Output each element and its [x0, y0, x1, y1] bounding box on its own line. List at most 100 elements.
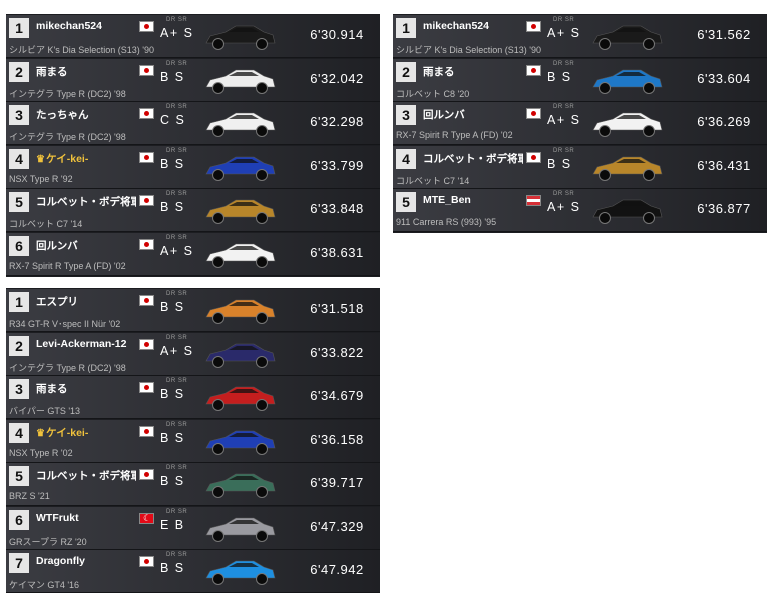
leaderboard-2: 1 mikechan524 DR SR A+ S シルビア K's Dia Select…	[393, 14, 767, 233]
sr-label: SR	[177, 17, 188, 23]
dr-label: DR	[553, 147, 563, 154]
driver-name-text: 雨まる	[36, 383, 68, 395]
dr-sr-label: DR SR	[166, 17, 192, 25]
car-name: R34 GT-R V･spec II Nür '02	[9, 319, 121, 329]
driver-name-text: コルベット・ボデ将軍	[36, 196, 136, 208]
dr-label: DR	[166, 378, 176, 384]
leaderboard-row[interactable]: 1 mikechan524 DR SR A+ S シルビア K's Dia Select…	[6, 15, 380, 58]
leaderboard-row[interactable]: 3 たっちゃん DR SR C S インテグラ Type R (DC2) '98 6'32…	[6, 102, 380, 145]
japan-flag-icon	[139, 556, 154, 567]
sr-label: SR	[564, 191, 575, 197]
dr-label: DR	[553, 60, 563, 67]
driver-name-text: コルベット・ボデ将軍	[423, 152, 523, 165]
dr-label: DR	[166, 191, 176, 197]
leaderboard-row[interactable]: 2 雨まる DR SR B S コルベット C8 '20 6'33.604	[393, 58, 767, 102]
rating-value: B S	[160, 561, 185, 575]
leaderboard-row[interactable]: 3 回ルンバ DR SR A+ S RX-7 Spirit R Type A (FD) …	[393, 102, 767, 145]
car-icon	[205, 156, 276, 181]
leaderboard-row[interactable]: 5 コルベット・ボデ将軍 DR SR B S BRZ S '21 6'39.717	[6, 463, 380, 506]
driver-name: Dragonfly	[36, 555, 136, 569]
dr-sr-label: DR SR	[166, 291, 192, 299]
dr-sr-label: DR SR	[166, 378, 192, 386]
rating-value: A+ S	[547, 113, 581, 127]
rating-value: A+ S	[160, 343, 194, 358]
sr-label: SR	[564, 17, 575, 23]
japan-flag-icon	[139, 151, 154, 163]
dr-sr-label: DR SR	[166, 335, 192, 343]
position-badge: 2	[9, 61, 29, 82]
car-icon	[205, 386, 276, 411]
car-icon	[205, 473, 276, 498]
japan-flag-icon	[139, 21, 154, 32]
lap-time: 6'36.431	[697, 157, 751, 173]
leaderboard-row[interactable]: 1 mikechan524 DR SR A+ S シルビア K's Dia Select…	[393, 15, 767, 58]
dr-label: DR	[553, 17, 563, 23]
leaderboard-row[interactable]: 2 雨まる DR SR B S インテグラ Type R (DC2) '98 6'32.0…	[6, 58, 380, 102]
japan-flag-icon	[139, 338, 154, 350]
japan-flag-icon	[139, 425, 154, 437]
car-icon	[592, 199, 663, 224]
driver-name: ♛ケイ-kei-	[36, 425, 136, 439]
leaderboard-row[interactable]: 2 Levi-Ackerman-12 DR SR A+ S インテグラ Type R (…	[6, 332, 380, 376]
sr-label: SR	[177, 291, 188, 297]
sr-label: SR	[177, 147, 188, 154]
driver-name-text: Levi-Ackerman-12	[36, 337, 127, 350]
car-name: GRスープラ RZ '20	[9, 536, 87, 547]
rating-value: B S	[160, 387, 185, 401]
driver-name: たっちゃん	[36, 107, 136, 121]
driver-name: 回ルンバ	[36, 238, 136, 252]
lap-time: 6'47.942	[310, 562, 364, 577]
leaderboard-row[interactable]: 4 コルベット・ボデ将軍 DR SR B S コルベット C7 '14 6'36.431	[393, 145, 767, 189]
lap-time: 6'36.877	[697, 201, 751, 216]
sr-label: SR	[177, 465, 188, 471]
japan-flag-icon	[139, 108, 154, 119]
leaderboard-row[interactable]: 4 ♛ケイ-kei- DR SR B S NSX Type R '92 6'33.799	[6, 145, 380, 189]
leaderboard-row[interactable]: 7 Dragonfly DR SR B S ケイマン GT4 '16 6'47.942	[6, 550, 380, 593]
dr-sr-label: DR SR	[166, 235, 192, 243]
lap-time: 6'31.518	[310, 301, 364, 316]
position-badge: 5	[9, 192, 29, 212]
lap-time: 6'38.631	[310, 244, 364, 260]
leaderboard-row[interactable]: 5 MTE_Ben DR SR A+ S 911 Carrera RS (993) '9…	[393, 189, 767, 232]
driver-name-text: コルベット・ボデ将軍	[36, 470, 136, 482]
japan-flag-icon	[526, 108, 541, 119]
car-name: ケイマン GT4 '16	[9, 580, 80, 590]
car-name: バイパー GTS '13	[9, 406, 81, 416]
leaderboard-row[interactable]: 4 ♛ケイ-kei- DR SR B S NSX Type R '02 6'36.158	[6, 419, 380, 463]
rating-value: C S	[160, 113, 186, 127]
car-icon	[205, 199, 276, 224]
driver-name-text: MTE_Ben	[423, 194, 471, 206]
dr-sr-label: DR SR	[553, 191, 579, 199]
leaderboard-row[interactable]: 6 回ルンバ DR SR A+ S RX-7 Spirit R Type A (FD) …	[6, 232, 380, 276]
car-icon	[205, 299, 276, 324]
car-name: BRZ S '21	[9, 491, 50, 501]
rating-value: B S	[160, 156, 185, 171]
driver-name-text: 雨まる	[36, 65, 68, 78]
position-badge: 3	[9, 379, 29, 399]
car-icon	[205, 25, 276, 50]
leaderboard-row[interactable]: 5 コルベット・ボデ将軍 DR SR B S コルベット C7 '14 6'33.848	[6, 189, 380, 232]
japan-flag-icon	[526, 151, 541, 163]
driver-name: 雨まる	[36, 64, 136, 78]
lap-time: 6'39.717	[310, 475, 364, 490]
lap-time: 6'36.269	[697, 114, 751, 129]
dr-sr-label: DR SR	[553, 61, 579, 69]
dr-label: DR	[166, 465, 176, 471]
driver-name-text: mikechan524	[423, 20, 489, 32]
position-badge: 6	[9, 235, 29, 256]
leaderboard-row[interactable]: 3 雨まる DR SR B S バイパー GTS '13 6'34.679	[6, 376, 380, 419]
car-name: コルベット C7 '14	[396, 175, 470, 186]
car-name: 911 Carrera RS (993) '95	[396, 217, 497, 227]
dr-label: DR	[166, 552, 176, 558]
leaderboard-row[interactable]: 6WTFruktDR SRE BGRスープラ RZ '206'47.329	[6, 506, 380, 550]
driver-name: エスプリ	[36, 294, 136, 308]
sr-label: SR	[177, 104, 188, 110]
car-name: インテグラ Type R (DC2) '98	[9, 88, 126, 99]
leaderboard-row[interactable]: 1 エスプリ DR SR B S R34 GT-R V･spec II Nür '02 6…	[6, 289, 380, 332]
lap-time: 6'36.158	[310, 431, 364, 447]
japan-flag-icon	[139, 382, 154, 393]
driver-name: コルベット・ボデ将軍	[36, 194, 136, 208]
position-badge: 5	[396, 192, 416, 212]
rating-value: B S	[160, 474, 185, 488]
car-name: シルビア K's Dia Selection (S13) '90	[396, 45, 541, 55]
